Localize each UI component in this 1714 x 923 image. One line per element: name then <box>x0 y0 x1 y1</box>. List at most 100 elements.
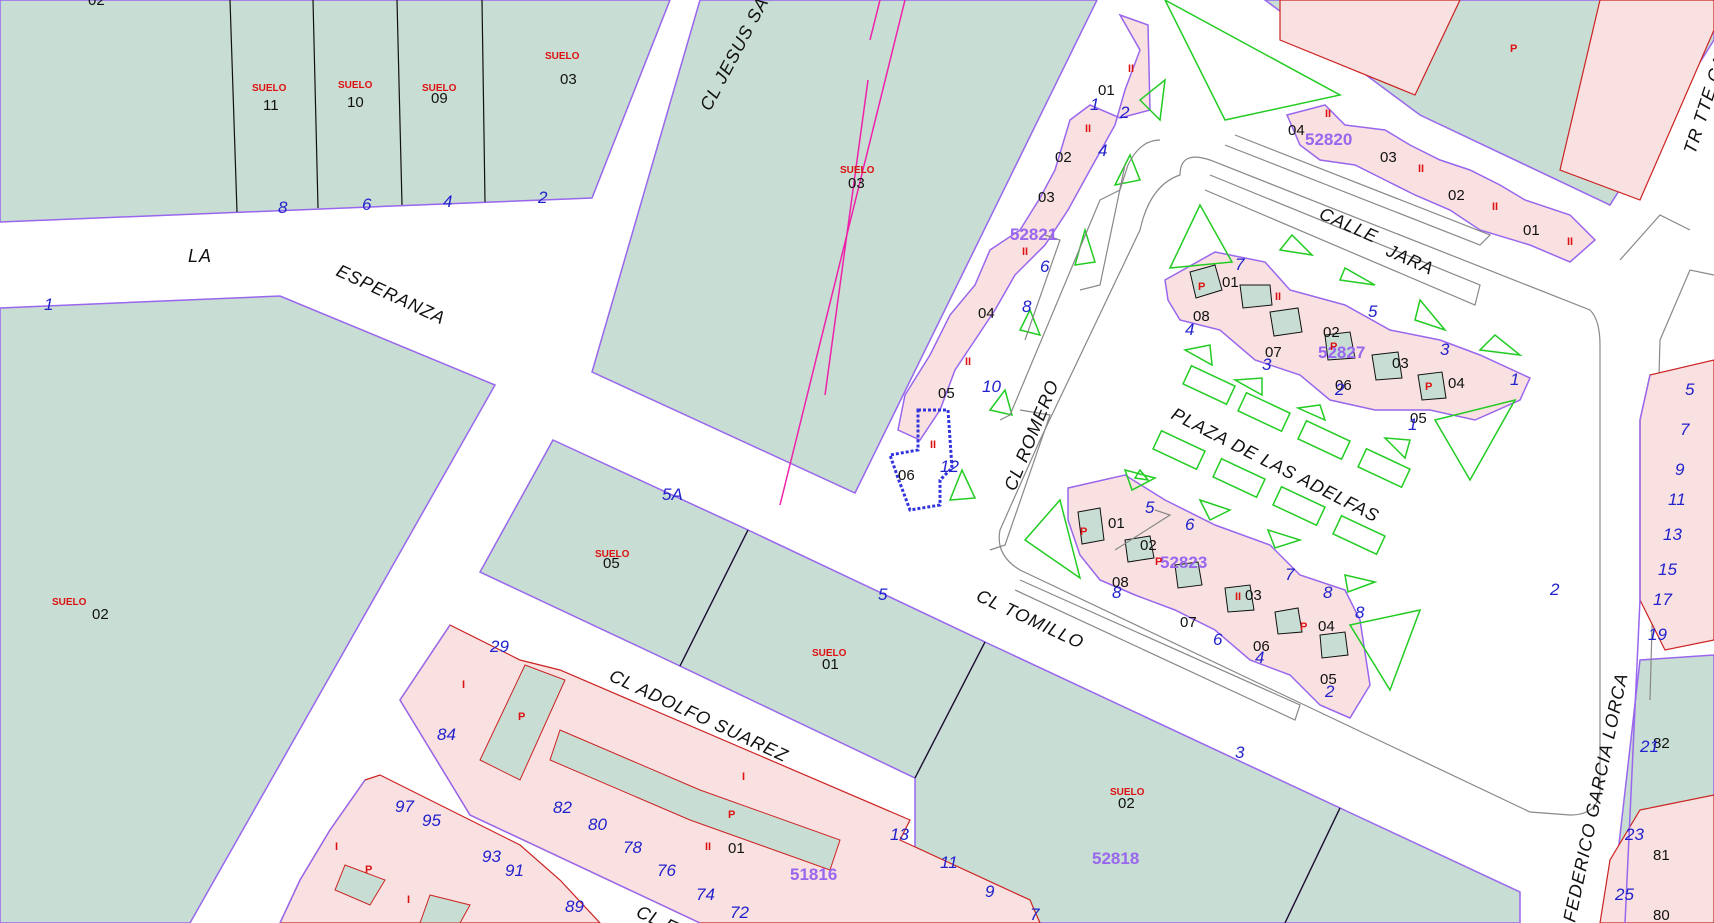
house-number: 8 <box>1323 583 1333 602</box>
house-number: 89 <box>565 897 584 916</box>
house-number: 5 <box>1685 380 1695 399</box>
parcel-label: 06 <box>898 467 915 484</box>
house-number: 78 <box>623 838 642 857</box>
block-label-52823: 52823 <box>1160 553 1207 572</box>
house-number: 3 <box>1440 340 1450 359</box>
house-number: 7 <box>1680 420 1690 439</box>
suelo-label: SUELO <box>545 51 580 62</box>
house-number: 4 <box>1098 141 1107 160</box>
parcel-label: 04 <box>978 305 995 322</box>
house-number: 2 <box>1324 682 1335 701</box>
house-number: 15 <box>1658 560 1677 579</box>
marker-p: P <box>1510 43 1517 55</box>
marker-i: I <box>407 894 410 906</box>
marker-p: P <box>365 864 372 876</box>
house-number: 6 <box>1040 257 1050 276</box>
marker-i: I <box>462 679 465 691</box>
house-number: 7 <box>1285 565 1295 584</box>
parcel-label: 02 <box>88 0 105 9</box>
marker-ii: II <box>1235 591 1241 603</box>
block-label-52818: 52818 <box>1092 849 1139 868</box>
marker-p: P <box>728 809 735 821</box>
house-number: 76 <box>657 861 676 880</box>
marker-ii: II <box>1022 246 1028 258</box>
house-number: 5 <box>1145 498 1155 517</box>
house-number: 21 <box>1639 737 1659 756</box>
house-number: 74 <box>696 885 715 904</box>
house-number: 7 <box>1030 905 1040 923</box>
marker-ii: II <box>1275 291 1281 303</box>
marker-p: P <box>1198 281 1205 293</box>
house-number: 9 <box>985 882 995 901</box>
house-number: 1 <box>44 295 53 314</box>
house-number: 8 <box>1112 583 1122 602</box>
parcel-label: 03 <box>1038 189 1055 206</box>
house-number: 1 <box>1408 415 1417 434</box>
parcel-label: 01 <box>1222 274 1239 291</box>
suelo-label: SUELO <box>338 80 373 91</box>
house-number: 8 <box>278 198 288 217</box>
house-number: 11 <box>940 853 958 872</box>
house-number: 82 <box>553 798 572 817</box>
house-number: 2 <box>1119 103 1130 122</box>
house-number: 23 <box>1624 825 1644 844</box>
parcel-label: 03 <box>1380 149 1397 166</box>
lot-top-left[interactable] <box>0 0 671 223</box>
parcel-label: 04 <box>1448 375 1465 392</box>
parcel-label: 03 <box>848 175 865 192</box>
parcel-label: 03 <box>560 71 577 88</box>
suelo-label: SUELO <box>52 597 87 608</box>
marker-ii: II <box>1418 163 1424 175</box>
house-number: 91 <box>505 861 524 880</box>
house-number: 5 <box>1368 302 1378 321</box>
parcel-label: 02 <box>92 606 109 623</box>
house-number: 13 <box>1663 525 1682 544</box>
marker-p: P <box>1330 341 1337 353</box>
house-number: 1 <box>1090 95 1099 114</box>
house-number: 13 <box>890 825 909 844</box>
parcel-label: 05 <box>938 385 955 402</box>
parcel-label: 01 <box>1098 82 1115 99</box>
house-number: 6 <box>1213 630 1223 649</box>
house-number: 4 <box>443 192 452 211</box>
house-number: 2 <box>1334 380 1345 399</box>
block-label-52820: 52820 <box>1305 130 1352 149</box>
house-number: 7 <box>1235 255 1245 274</box>
house-number: 12 <box>940 457 959 476</box>
house-number: 93 <box>482 847 501 866</box>
marker-ii: II <box>965 356 971 368</box>
parcel-label: 03 <box>1392 355 1409 372</box>
marker-p: P <box>1080 526 1087 538</box>
parcel-label: 04 <box>1318 618 1335 635</box>
house-number: 10 <box>982 377 1001 396</box>
parcel-label: 02 <box>1118 795 1135 812</box>
house-number: 3 <box>1235 743 1245 762</box>
marker-ii: II <box>1128 63 1134 75</box>
street-label-la: LA <box>188 246 212 266</box>
marker-i: I <box>335 841 338 853</box>
marker-ii: II <box>1325 108 1331 120</box>
block-label-51816: 51816 <box>790 865 837 884</box>
parcel-label: 10 <box>347 94 364 111</box>
marker-ii: II <box>930 439 936 451</box>
house-number: 4 <box>1255 648 1264 667</box>
house-number: 9 <box>1675 460 1685 479</box>
house-number: 25 <box>1614 885 1634 904</box>
parcel-label: 05 <box>603 555 620 572</box>
house-number: 3 <box>1262 355 1272 374</box>
house-number: 5A <box>662 485 683 504</box>
house-number: 8 <box>1022 297 1032 316</box>
house-number: 4 <box>1185 320 1194 339</box>
house-number: 29 <box>489 637 509 656</box>
parcel-label: 01 <box>1108 515 1125 532</box>
marker-p: P <box>1155 556 1162 568</box>
parcel-label: 09 <box>431 90 448 107</box>
house-number: 8 <box>1355 603 1365 622</box>
cadastral-map[interactable]: LA ESPERANZA CL JESUS SANCHE CALLE JARA … <box>0 0 1714 923</box>
house-number: 17 <box>1653 590 1672 609</box>
house-number: 1 <box>1510 370 1519 389</box>
parcel-label: 07 <box>1180 614 1197 631</box>
parcel-label: 04 <box>1288 122 1305 139</box>
house-number: 6 <box>362 195 372 214</box>
house-number: 2 <box>1549 580 1560 599</box>
